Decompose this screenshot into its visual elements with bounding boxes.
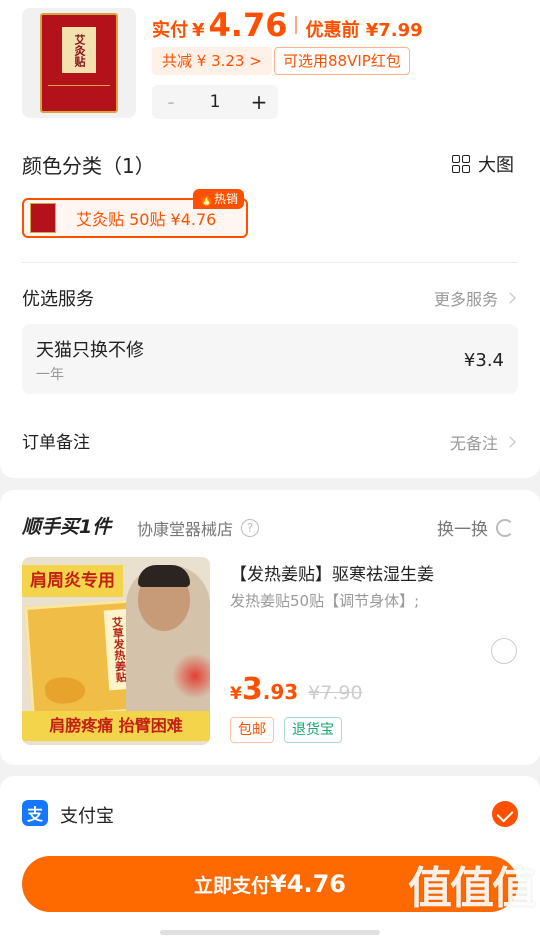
order-note-value: 无备注 <box>449 434 498 453</box>
service-name: 天猫只换不修 <box>36 340 144 361</box>
more-services-label: 更多服务 <box>433 290 498 309</box>
order-note-label: 订单备注 <box>22 433 90 453</box>
addon-product-spec[interactable]: 发热姜贴50贴【调节身体】; <box>230 590 419 611</box>
refresh-icon <box>496 518 514 537</box>
chevron-right-icon <box>504 436 516 448</box>
addon-price: ¥ 3 .93 ¥7.90 <box>230 672 363 707</box>
watermark: 值值值 zhizhizhi.com <box>408 852 536 928</box>
color-category-title: 颜色分类（1） <box>22 154 155 178</box>
addon-original-price: ¥7.90 <box>308 682 363 704</box>
quantity-value[interactable]: 1 <box>190 92 240 112</box>
service-item[interactable]: 天猫只换不修 一年 ¥3.4 <box>22 324 518 394</box>
pay-now-amount: ¥4.76 <box>270 870 346 898</box>
addon-price-currency: ¥ <box>230 684 242 704</box>
service-price: ¥3.4 <box>463 350 504 371</box>
paid-label: 实付 <box>152 20 188 41</box>
addon-product-image[interactable]: 艾草发热姜贴 肩周炎专用 肩膀疼痛 抬臂困难 <box>22 557 210 745</box>
order-card: 艾灸贴 实付 ¥ 4.76 优惠前 ¥7.99 共减 ¥ 3.23 > 可选用8… <box>0 0 540 478</box>
addon-product-title[interactable]: 【发热姜贴】驱寒祛湿生姜 <box>230 560 434 585</box>
swap-label: 换一换 <box>437 520 488 540</box>
question-icon[interactable]: ? <box>241 519 260 537</box>
pack-label: 艾灸贴 <box>62 27 96 73</box>
discount-total-tag[interactable]: 共减 ¥ 3.23 > <box>152 47 272 75</box>
paid-amount: 4.76 <box>208 6 288 44</box>
price-separator <box>295 16 298 34</box>
service-term: 一年 <box>36 367 64 383</box>
return-insurance-tag: 退货宝 <box>284 717 342 743</box>
vip-red-packet-tag[interactable]: 可选用88VIP红包 <box>274 47 410 75</box>
big-image-toggle[interactable]: 大图 <box>452 151 514 177</box>
price-before-discount: 优惠前 ¥7.99 <box>305 20 423 41</box>
grid-icon <box>452 155 470 173</box>
addon-title: 顺手买1件 <box>22 516 112 538</box>
hot-sale-badge: 🔥热销 <box>193 189 244 209</box>
free-shipping-tag: 包邮 <box>230 717 274 743</box>
decrement-button[interactable]: - <box>152 90 190 114</box>
increment-button[interactable]: + <box>240 90 278 114</box>
store-label: 协康堂器械店 <box>137 520 234 539</box>
swap-button[interactable]: 换一换 <box>437 515 514 540</box>
image-top-banner: 肩周炎专用 <box>22 565 123 597</box>
paid-price: 实付 ¥ 4.76 优惠前 ¥7.99 <box>152 6 423 44</box>
watermark-logo: 值值值 <box>408 863 536 914</box>
alipay-icon: 支 <box>22 800 48 826</box>
addon-price-integer: 3 <box>241 672 263 707</box>
pack-decoration <box>48 85 110 103</box>
more-services-link[interactable]: 更多服务 <box>433 286 516 310</box>
check-icon[interactable] <box>492 801 518 827</box>
image-bottom-banner: 肩膀疼痛 抬臂困难 <box>22 711 210 741</box>
pay-now-label: 立即支付 <box>194 875 271 897</box>
addon-price-decimal: .93 <box>262 680 299 704</box>
sku-thumbnail <box>30 203 56 233</box>
watermark-url: zhizhizhi.com <box>420 910 522 928</box>
big-image-label: 大图 <box>478 155 514 176</box>
chevron-right-icon <box>504 292 516 304</box>
payment-method-label[interactable]: 支付宝 <box>60 802 114 828</box>
service-title: 优选服务 <box>22 289 94 310</box>
divider <box>22 262 518 263</box>
shoulder-pain-highlight <box>172 653 210 699</box>
home-indicator <box>160 930 380 935</box>
store-name: 协康堂器械店 ? <box>137 516 260 540</box>
quantity-stepper: - 1 + <box>152 85 278 119</box>
sku-label: 艾灸贴 50贴 ¥4.76 <box>76 210 217 229</box>
order-note-link[interactable]: 无备注 <box>449 430 516 454</box>
paid-currency: ¥ <box>192 20 205 41</box>
radio-icon[interactable] <box>491 638 517 664</box>
product-thumbnail[interactable]: 艾灸贴 <box>22 8 136 118</box>
ginger-illustration <box>44 676 87 705</box>
person-hair <box>138 565 190 587</box>
product-pack-image: 艾灸贴 <box>40 13 118 113</box>
